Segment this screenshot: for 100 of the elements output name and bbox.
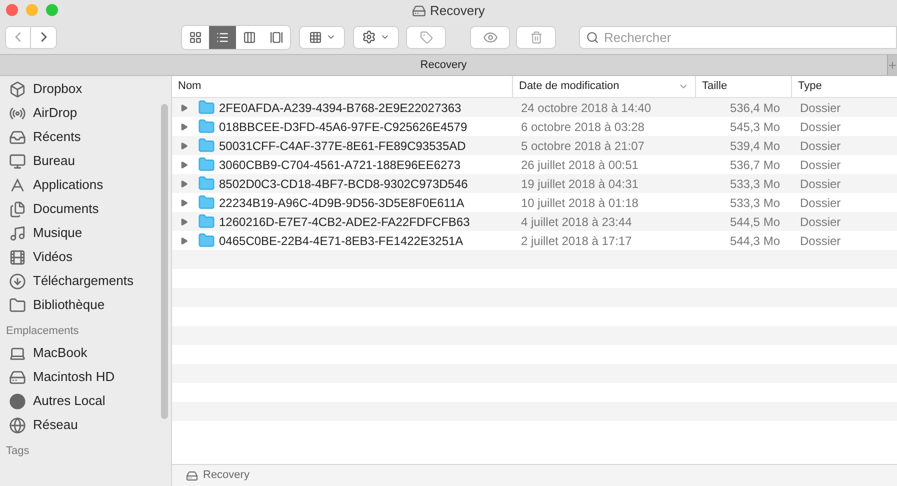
disclosure-triangle-icon[interactable] — [180, 104, 188, 112]
eye-icon — [482, 30, 498, 44]
tray-icon — [9, 128, 26, 146]
file-row[interactable]: 2FE0AFDA-A239-4394-B768-2E9E22027363 24 octobre 2018 à 14:40 536,4 Mo Dossier — [172, 98, 897, 117]
path-label[interactable]: Recovery — [203, 467, 250, 484]
tab[interactable]: Recovery — [0, 56, 887, 74]
grid-icon — [308, 30, 322, 44]
kind-cell-text: Dossier — [799, 100, 842, 116]
sidebar-item[interactable]: Autres Local — [6, 389, 171, 413]
date-cell-text: 24 octobre 2018 à 14:40 — [520, 100, 652, 116]
file-name: 2FE0AFDA-A239-4394-B768-2E9E22027363 — [219, 100, 462, 116]
column-header[interactable]: Taille — [696, 76, 792, 97]
size-cell-text: 545,3 Mo — [728, 118, 781, 136]
sidebar-item[interactable]: Téléchargements — [6, 269, 171, 293]
window-title: Recovery — [430, 2, 485, 20]
column-header[interactable]: Nom — [172, 76, 513, 97]
search-icon — [586, 30, 599, 44]
folder-icon — [198, 118, 215, 135]
folder-icon — [198, 175, 215, 192]
disclosure-triangle-icon[interactable] — [180, 198, 188, 206]
file-name: 50031CFF-C4AF-377E-8E61-FE89C93535AD — [219, 138, 466, 154]
date-cell-text: 26 juillet 2018 à 00:51 — [520, 156, 640, 174]
size-cell-text: 539,4 Mo — [728, 138, 781, 154]
date-cell-text: 4 juillet 2018 à 23:44 — [520, 214, 633, 230]
kind-cell-text: Dossier — [799, 194, 842, 212]
documents-icon — [9, 200, 26, 218]
kind-cell-text: Dossier — [799, 176, 842, 192]
sidebar-item[interactable]: Vidéos — [6, 245, 171, 269]
desktop-icon — [9, 152, 26, 170]
tag-icon — [420, 30, 432, 44]
file-row[interactable]: 8502D0C3-CD18-4BF7-BCD8-9302C973D546 19 juillet 2018 à 04:31 533,3 Mo Dossier — [172, 174, 897, 193]
view-mode-control[interactable] — [181, 24, 291, 50]
disclosure-triangle-icon[interactable] — [180, 122, 188, 130]
file-row[interactable]: 50031CFF-C4AF-377E-8E61-FE89C93535AD 5 octobre 2018 à 21:07 539,4 Mo Dossier — [172, 136, 897, 155]
date-cell-text: 10 juillet 2018 à 01:18 — [520, 194, 640, 212]
sidebar-item[interactable]: AirDrop — [6, 101, 171, 125]
folder-icon — [198, 137, 215, 154]
hard-drive-icon — [9, 368, 26, 386]
list-view-icon — [216, 30, 229, 44]
sidebar-item[interactable]: MacBook — [6, 341, 171, 365]
column-header[interactable]: Date de modification — [513, 76, 696, 97]
sidebar-item[interactable]: Macintosh HD — [6, 365, 171, 389]
sidebar-item[interactable]: Musique — [6, 221, 171, 245]
folder-icon — [198, 213, 215, 230]
file-name: 1260216D-E7E7-4CB2-ADE2-FA22FDFCFB63 — [219, 214, 470, 230]
sidebar-item[interactable]: Bibliothèque — [6, 293, 171, 317]
folder-icon — [198, 232, 215, 249]
film-icon — [9, 248, 26, 266]
sidebar-item[interactable]: Documents — [6, 197, 171, 221]
forward-button[interactable] — [31, 26, 57, 48]
disclosure-triangle-icon[interactable] — [180, 180, 188, 188]
column-view-icon — [243, 30, 256, 44]
file-name: 0465C0BE-22B4-4E71-8EB3-FE1422E3251A — [219, 232, 464, 250]
sidebar-item[interactable]: Bureau — [6, 149, 171, 173]
disclosure-triangle-icon[interactable] — [180, 142, 188, 150]
search-field[interactable]: Rechercher — [579, 26, 897, 48]
date-cell-text: 5 octobre 2018 à 21:07 — [520, 138, 646, 154]
applications-icon — [9, 176, 26, 194]
quick-look-button[interactable] — [470, 26, 510, 48]
sidebar-item[interactable]: Applications — [6, 173, 171, 197]
disclosure-triangle-icon[interactable] — [180, 236, 188, 244]
column-header[interactable]: Type — [792, 76, 897, 97]
music-note-icon — [9, 224, 26, 242]
trash-icon — [530, 30, 542, 44]
kind-cell-text: Dossier — [799, 138, 842, 154]
file-name: 8502D0C3-CD18-4BF7-BCD8-9302C973D546 — [219, 176, 468, 192]
sidebar-heading: Emplacements — [6, 324, 80, 339]
icon-view-button[interactable] — [182, 26, 209, 48]
gear-icon — [362, 30, 376, 44]
box-icon — [9, 80, 26, 98]
disclosure-triangle-icon[interactable] — [180, 160, 188, 168]
disclosure-triangle-icon[interactable] — [180, 218, 188, 226]
date-cell-text: 19 juillet 2018 à 04:31 — [520, 176, 640, 192]
gallery-view-icon — [270, 30, 283, 44]
sidebar-item[interactable]: Récents — [6, 125, 171, 149]
kind-cell-text: Dossier — [799, 156, 842, 174]
folder-icon — [9, 296, 26, 314]
action-button[interactable] — [353, 26, 399, 48]
gallery-view-button[interactable] — [263, 26, 290, 48]
date-cell-text: 6 octobre 2018 à 03:28 — [520, 118, 646, 136]
icon-view-icon — [189, 30, 202, 44]
sidebar-item[interactable]: Dropbox — [6, 77, 171, 101]
list-view-button[interactable] — [209, 26, 236, 48]
file-name: 3060CBB9-C704-4561-A721-188E96EE6273 — [219, 156, 461, 174]
sidebar-heading: Tags — [6, 444, 30, 459]
file-name: 22234B19-A96C-4D9B-9D56-3D5E8F0E611A — [219, 194, 464, 212]
kind-cell-text: Dossier — [799, 214, 842, 230]
drive-icon — [186, 470, 198, 482]
size-cell-text: 544,5 Mo — [728, 214, 781, 230]
network-icon — [9, 416, 26, 434]
folder-icon — [198, 156, 215, 173]
trash-button[interactable] — [516, 26, 556, 48]
close-button[interactable] — [6, 4, 18, 16]
column-view-button[interactable] — [236, 26, 263, 48]
file-row[interactable]: 1260216D-E7E7-4CB2-ADE2-FA22FDFCFB63 4 juillet 2018 à 23:44 544,5 Mo Dossier — [172, 212, 897, 231]
kind-cell-text: Dossier — [799, 118, 842, 136]
sidebar-item[interactable]: Réseau — [6, 413, 171, 437]
drive-icon — [412, 4, 426, 18]
folder-icon — [198, 194, 215, 211]
group-button[interactable] — [299, 26, 345, 48]
